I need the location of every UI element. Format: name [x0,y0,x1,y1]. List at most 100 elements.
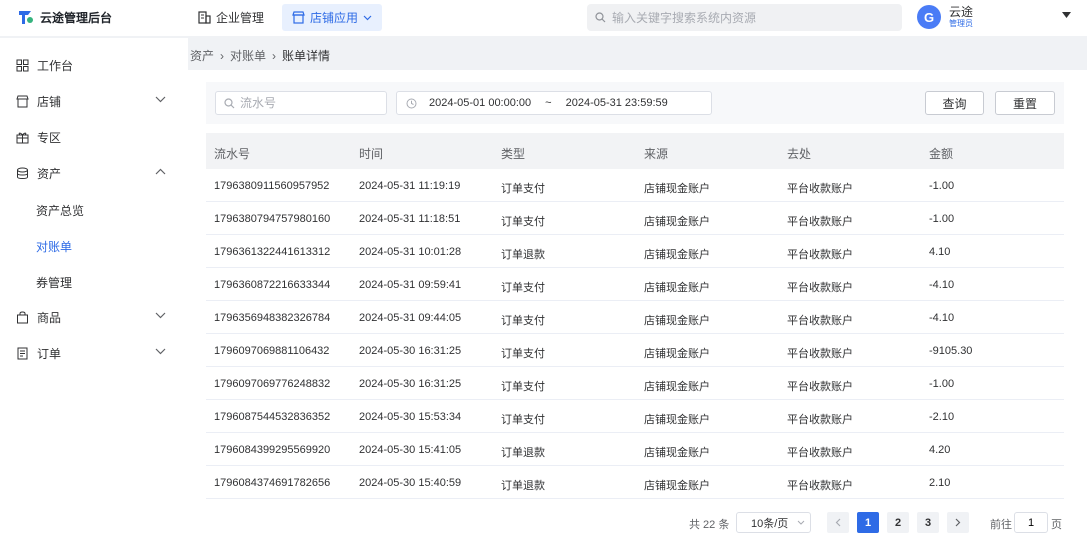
caret-down-icon[interactable] [1062,12,1071,18]
sidebar-subitem-coupons[interactable]: 券管理 [36,274,72,291]
goto-page-input[interactable] [1014,512,1048,533]
cell-source: 店铺现金账户 [644,480,710,492]
cell-time: 2024-05-31 11:18:51 [359,213,461,225]
page-size-select[interactable]: 10条/页 [736,512,811,533]
user-menu[interactable]: G 云途 管理员 [917,5,973,29]
sidebar: 工作台 店铺 专区 资产 资产总览 对账单 券管理 商品 订单 [0,38,188,552]
cell-serial: 1796097069776248832 [214,378,331,390]
cell-type: 订单退款 [501,249,545,261]
col-type: 类型 [501,147,526,161]
sidebar-subitem-statements[interactable]: 对账单 [36,238,72,255]
page-2-button[interactable]: 2 [887,512,909,533]
cell-time: 2024-05-31 10:01:28 [359,246,462,258]
sidebar-item-label: 店铺 [37,94,62,109]
next-page-button[interactable] [947,512,969,533]
topnav-enterprise[interactable]: 企业管理 [188,4,274,31]
breadcrumb-statements[interactable]: 对账单 [230,47,266,64]
cell-type: 订单退款 [501,480,545,492]
app-logo[interactable]: 云途管理后台 [16,8,112,26]
sidebar-item-zone[interactable]: 专区 [0,119,188,155]
page-1-button[interactable]: 1 [857,512,879,533]
store-icon [16,95,29,107]
table-row[interactable]: 1796380911560957952 2024-05-31 11:19:19 订单… [206,169,1064,202]
cell-destination: 平台收款账户 [787,480,853,492]
building-icon [198,11,211,24]
sidebar-item-store[interactable]: 店铺 [0,83,188,119]
cell-serial: 1796097069881106432 [214,345,330,357]
app-title: 云途管理后台 [40,10,113,25]
cell-time: 2024-05-30 15:53:34 [359,411,462,423]
date-start[interactable]: 2024-05-01 00:00:00 [429,97,531,109]
cell-type: 订单支付 [501,216,545,228]
chevron-down-icon [363,15,372,20]
table-row[interactable]: 1796356948382326784 2024-05-31 09:44:05 订单… [206,301,1064,334]
table-row[interactable]: 1796360872216633344 2024-05-31 09:59:41 订单… [206,268,1064,301]
cell-source: 店铺现金账户 [644,381,710,393]
database-icon [17,167,28,179]
cell-destination: 平台收款账户 [787,282,853,294]
cell-time: 2024-05-30 15:41:05 [359,444,462,456]
serial-search-input[interactable] [240,96,380,110]
cell-destination: 平台收款账户 [787,249,853,261]
cell-amount: -2.10 [929,411,955,423]
document-icon [17,347,28,359]
cell-serial: 1796360872216633344 [214,279,331,291]
cell-type: 订单支付 [501,183,545,195]
global-search-input[interactable] [612,10,892,25]
breadcrumb-separator: › [272,48,277,63]
topnav-store-apps[interactable]: 店铺应用 [282,4,383,31]
search-icon [224,97,235,108]
cell-serial: 1796361322441613312 [214,246,331,258]
table-row[interactable]: 1796087544532836352 2024-05-30 15:53:34 订单… [206,400,1064,433]
cell-destination: 平台收款账户 [787,381,853,393]
date-range-picker[interactable]: 2024-05-01 00:00:00 ~ 2024-05-31 23:59:5… [396,91,712,115]
global-search[interactable] [587,4,902,31]
cell-destination: 平台收款账户 [787,216,853,228]
breadcrumb-separator: › [220,48,225,63]
cell-amount: 4.10 [929,246,951,258]
page-3-button[interactable]: 3 [917,512,939,533]
cell-serial: 1796084374691782656 [214,477,331,489]
table-row[interactable]: 1796084399295569920 2024-05-30 15:41:05 订单… [206,433,1064,466]
serial-search[interactable] [215,91,387,115]
table-row[interactable]: 1796361322441613312 2024-05-31 10:01:28 订单… [206,235,1064,268]
cell-source: 店铺现金账户 [644,348,710,360]
chevron-up-icon [155,168,166,175]
col-serial: 流水号 [214,147,251,161]
cell-destination: 平台收款账户 [787,183,853,195]
shopping-bag-icon [17,311,28,323]
reset-button[interactable]: 重置 [995,91,1055,115]
cell-amount: -1.00 [929,213,955,225]
sidebar-item-products[interactable]: 商品 [0,299,188,335]
cell-source: 店铺现金账户 [644,183,710,195]
cell-amount: -1.00 [929,378,955,390]
col-amount: 金额 [929,147,954,161]
clock-icon [406,98,417,108]
cell-source: 店铺现金账户 [644,414,710,426]
table-row[interactable]: 1796084374691782656 2024-05-30 15:40:59 订单… [206,466,1064,499]
table-row[interactable]: 1796097069776248832 2024-05-30 16:31:25 订单… [206,367,1064,400]
date-end[interactable]: 2024-05-31 23:59:59 [566,97,668,109]
sidebar-subitem-asset-overview[interactable]: 资产总览 [36,202,84,219]
col-source: 来源 [644,147,669,161]
cell-amount: -9105.30 [929,345,973,357]
breadcrumb-assets[interactable]: 资产 [190,47,214,64]
sidebar-item-assets[interactable]: 资产 [0,155,188,191]
chevron-down-icon [155,312,166,319]
cell-time: 2024-05-31 09:59:41 [359,279,462,291]
page-suffix-label: 页 [1051,519,1062,531]
cell-type: 订单退款 [501,447,545,459]
breadcrumb: 资产 › 对账单 › 账单详情 [190,47,330,64]
sidebar-item-orders[interactable]: 订单 [0,335,188,371]
table-row[interactable]: 1796097069881106432 2024-05-30 16:31:25 订单… [206,334,1064,367]
cell-source: 店铺现金账户 [644,249,710,261]
col-destination: 去处 [787,147,812,161]
avatar: G [917,5,941,29]
sidebar-item-workbench[interactable]: 工作台 [0,47,188,83]
query-button[interactable]: 查询 [925,91,984,115]
chevron-right-icon [955,518,961,527]
table-row[interactable]: 1796380794757980160 2024-05-31 11:18:51 订单… [206,202,1064,235]
user-role: 管理员 [949,18,973,28]
prev-page-button[interactable] [827,512,849,533]
pagination-total: 共 22 条 [689,519,730,531]
